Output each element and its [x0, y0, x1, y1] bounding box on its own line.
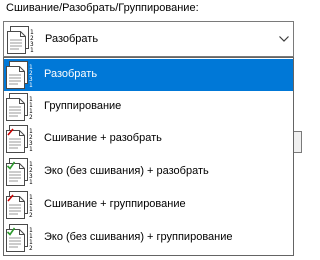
collate-field-label: Сшивание/Разобрать/Группирование:: [6, 2, 199, 14]
dropdown-option-eco-group[interactable]: 1 1 1 2 Эко (без сшивания) + группирован…: [4, 222, 293, 254]
collate-dropdown-list: 1 2 3 1 Разобрать 1 1 1 2 Группирование …: [3, 57, 294, 256]
eco-group-icon: 1 1 1 2: [6, 223, 40, 253]
dropdown-option-label: Группирование: [44, 100, 122, 112]
svg-text:2: 2: [29, 114, 33, 121]
svg-text:1: 1: [30, 47, 34, 54]
staple-collate-icon: 1 2 3 1: [6, 124, 40, 154]
dropdown-option-collate[interactable]: 1 2 3 1 Разобрать: [4, 59, 293, 91]
dropdown-option-label: Эко (без сшивания) + группирование: [44, 231, 233, 243]
dropdown-option-staple-collate[interactable]: 1 2 3 1 Сшивание + разобрать: [4, 123, 293, 155]
dropdown-option-group[interactable]: 1 1 1 2 Группирование: [4, 91, 293, 123]
svg-text:2: 2: [29, 212, 33, 219]
svg-text:2: 2: [29, 245, 33, 252]
collate-pages-icon: 1 2 3 1: [6, 60, 40, 90]
combobox-selected-value: Разобрать: [45, 33, 99, 45]
chevron-down-icon[interactable]: [274, 22, 293, 56]
collate-pages-icon: 1 2 3 1: [7, 25, 41, 55]
svg-text:1: 1: [29, 146, 33, 153]
dropdown-option-label: Сшивание + группирование: [44, 198, 186, 210]
dropdown-option-eco-collate[interactable]: 1 2 3 1 Эко (без сшивания) + разобрать: [4, 156, 293, 188]
collate-combobox[interactable]: 1 2 3 1 Разобрать: [3, 21, 294, 57]
staple-group-icon: 1 1 1 2: [6, 190, 40, 220]
underlying-control-edge: [294, 131, 302, 153]
svg-text:1: 1: [29, 82, 33, 89]
dropdown-option-staple-group[interactable]: 1 1 1 2 Сшивание + группирование: [4, 189, 293, 221]
group-pages-icon: 1 1 1 2: [6, 92, 40, 122]
svg-text:1: 1: [29, 179, 33, 186]
dropdown-option-label: Сшивание + разобрать: [44, 132, 162, 144]
collate-settings-panel: Сшивание/Разобрать/Группирование: 1 2 3 …: [0, 0, 303, 260]
eco-collate-icon: 1 2 3 1: [6, 157, 40, 187]
dropdown-option-label: Эко (без сшивания) + разобрать: [44, 165, 209, 177]
dropdown-option-label: Разобрать: [44, 68, 98, 80]
